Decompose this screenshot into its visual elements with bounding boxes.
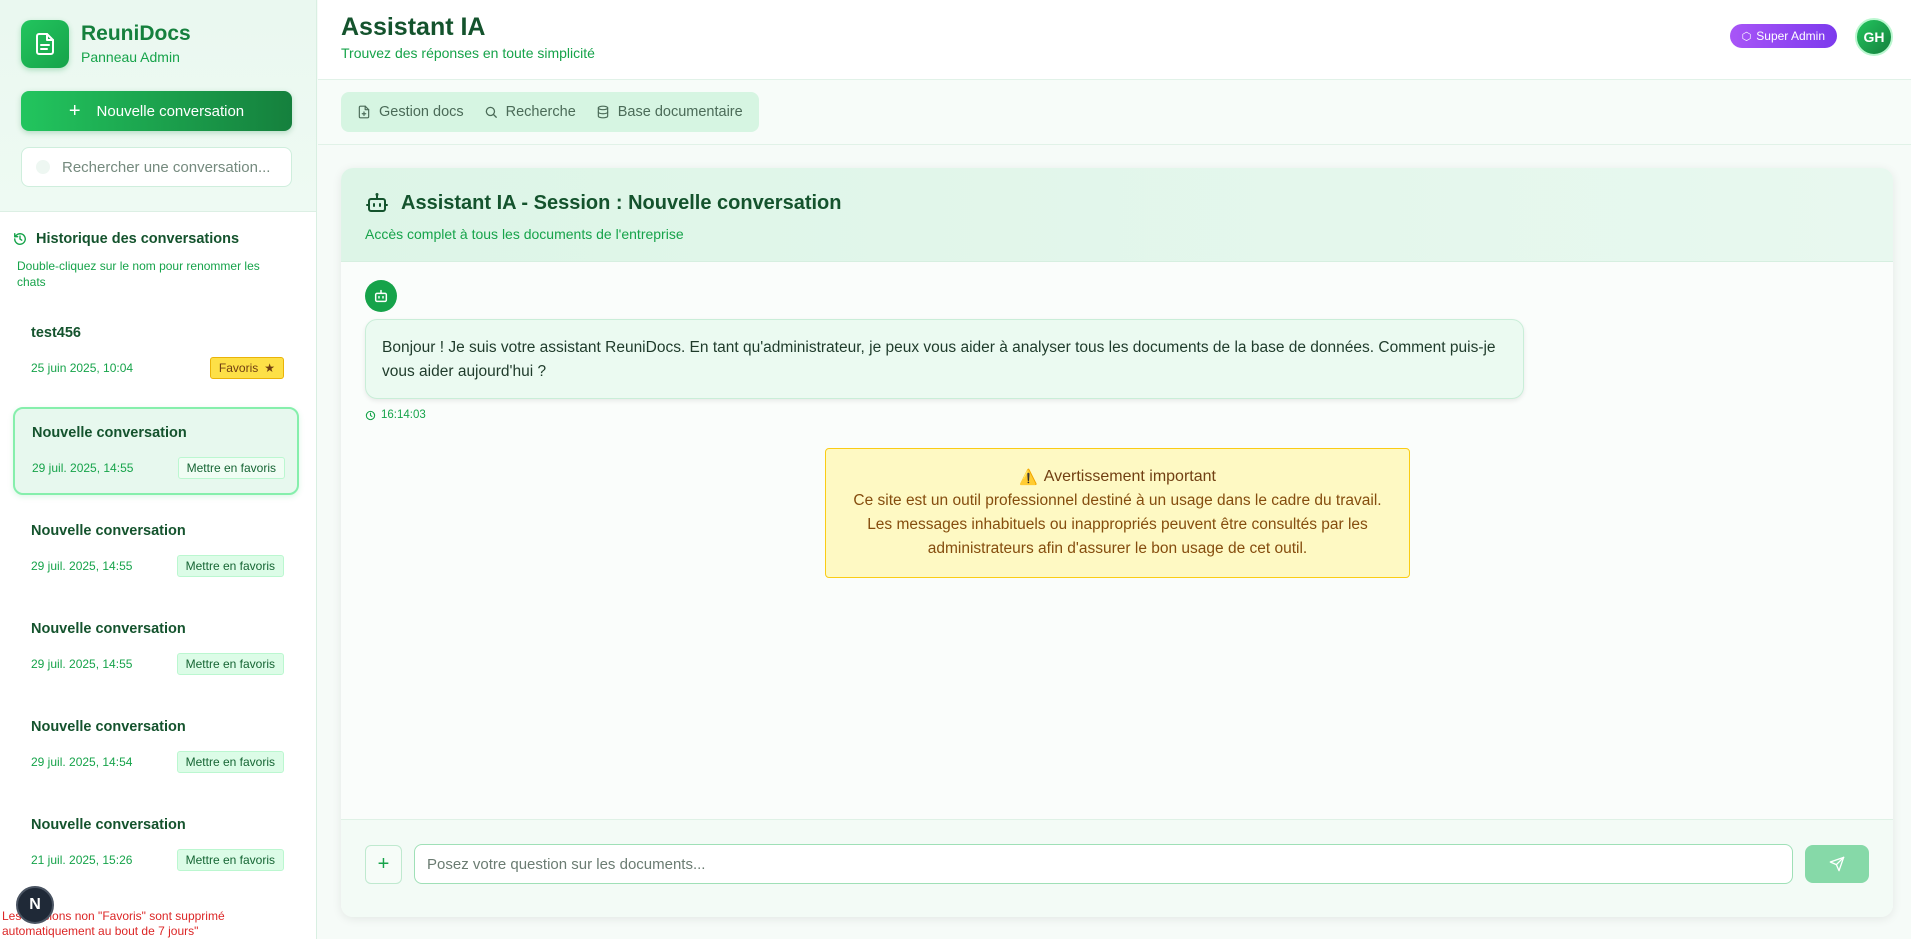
role-badge-label: Super Admin <box>1756 29 1825 43</box>
warning-icon: ⚠️ <box>1019 469 1038 486</box>
star-icon: ★ <box>264 361 275 375</box>
file-plus-icon <box>357 105 371 119</box>
conversation-title[interactable]: Nouvelle conversation <box>31 718 299 736</box>
conversation-title[interactable]: Nouvelle conversation <box>31 620 299 638</box>
user-avatar[interactable]: GH <box>1855 18 1893 56</box>
message-composer: + <box>341 819 1893 917</box>
conversation-date: 25 juin 2025, 10:04 <box>31 361 134 375</box>
topbar: Assistant IA Trouvez des réponses en tou… <box>318 0 1911 80</box>
send-icon <box>1829 856 1845 872</box>
conversation-date: 21 juil. 2025, 15:26 <box>31 853 133 867</box>
warning-body: Ce site est un outil professionnel desti… <box>853 492 1382 557</box>
tab-label: Gestion docs <box>379 104 464 120</box>
conversation-date: 29 juil. 2025, 14:55 <box>31 559 133 573</box>
conversation-title[interactable]: Nouvelle conversation <box>32 424 297 442</box>
tab-label: Base documentaire <box>617 104 743 120</box>
brand: ReuniDocs Panneau Admin <box>21 20 295 68</box>
assistant-avatar-icon <box>365 280 397 312</box>
sidebar-header: ReuniDocs Panneau Admin + Nouvelle conve… <box>0 0 316 212</box>
chat-title: Assistant IA - Session : Nouvelle conver… <box>401 191 842 214</box>
conversation-item[interactable]: Nouvelle conversation 21 juil. 2025, 15:… <box>13 800 299 888</box>
plus-icon: + <box>68 100 81 122</box>
search-icon <box>36 160 50 174</box>
conversation-item-active[interactable]: Nouvelle conversation 29 juil. 2025, 14:… <box>13 407 299 495</box>
document-icon <box>21 20 69 68</box>
conversation-title[interactable]: test456 <box>31 324 299 342</box>
conversation-item[interactable]: test456 25 juin 2025, 10:04 Favoris ★ <box>13 308 299 396</box>
chat-header: Assistant IA - Session : Nouvelle conver… <box>341 168 1893 262</box>
search-icon <box>484 105 498 119</box>
conversation-title[interactable]: Nouvelle conversation <box>31 522 299 540</box>
conversation-item[interactable]: Nouvelle conversation 29 juil. 2025, 14:… <box>13 604 299 692</box>
send-button[interactable] <box>1805 845 1869 883</box>
brand-title: ReuniDocs <box>81 22 191 45</box>
history-title: Historique des conversations <box>36 231 240 247</box>
tab-label: Recherche <box>505 104 576 120</box>
conversation-item[interactable]: Nouvelle conversation 29 juil. 2025, 14:… <box>13 702 299 790</box>
tab-gestion-docs[interactable]: Gestion docs <box>347 96 474 128</box>
shield-icon: ⬡ <box>1741 30 1752 43</box>
conversation-search-input[interactable] <box>62 158 272 176</box>
conversation-date: 29 juil. 2025, 14:55 <box>32 461 134 475</box>
conversation-date: 29 juil. 2025, 14:55 <box>31 657 133 671</box>
add-favorite-button[interactable]: Mettre en favoris <box>177 457 285 479</box>
bot-icon <box>365 191 389 215</box>
brand-subtitle: Panneau Admin <box>81 49 180 65</box>
attach-button[interactable]: + <box>365 845 402 884</box>
history-icon <box>13 232 27 246</box>
chat-subtitle: Accès complet à tous les documents de l'… <box>365 226 684 242</box>
conversation-title[interactable]: Nouvelle conversation <box>31 816 299 834</box>
conversation-search <box>21 147 292 187</box>
favorite-label: Favoris <box>218 361 259 375</box>
conversation-date: 29 juil. 2025, 14:54 <box>31 755 133 769</box>
new-conversation-label: Nouvelle conversation <box>96 102 245 120</box>
warning-box: ⚠️ Avertissement important Ce site est u… <box>825 448 1410 578</box>
new-conversation-button[interactable]: + Nouvelle conversation <box>21 91 292 131</box>
add-favorite-button[interactable]: Mettre en favoris <box>176 653 284 675</box>
nav-band: Gestion docs Recherche Base documentaire <box>318 80 1911 145</box>
chat-panel: Assistant IA - Session : Nouvelle conver… <box>341 168 1893 917</box>
message-time: 16:14:03 <box>381 409 426 421</box>
plus-icon: + <box>377 853 390 875</box>
sidebar: ReuniDocs Panneau Admin + Nouvelle conve… <box>0 0 317 939</box>
add-favorite-button[interactable]: Mettre en favoris <box>176 849 284 871</box>
favorite-badge[interactable]: Favoris ★ <box>209 357 284 379</box>
clock-icon <box>365 410 376 421</box>
nav-tabs: Gestion docs Recherche Base documentaire <box>341 92 759 132</box>
database-icon <box>596 105 610 119</box>
message-timestamp: 16:14:03 <box>365 409 426 421</box>
role-badge: ⬡ Super Admin <box>1729 24 1837 48</box>
page-subtitle: Trouvez des réponses en toute simplicité <box>341 45 595 61</box>
page-title: Assistant IA <box>341 13 486 41</box>
message-input[interactable] <box>414 844 1793 884</box>
tab-recherche[interactable]: Recherche <box>474 96 586 128</box>
add-favorite-button[interactable]: Mettre en favoris <box>176 555 284 577</box>
warning-title: Avertissement important <box>1043 468 1216 485</box>
tab-base-documentaire[interactable]: Base documentaire <box>586 96 753 128</box>
history-heading: Historique des conversations <box>13 229 316 249</box>
history-hint: Double-cliquez sur le nom pour renommer … <box>17 259 260 289</box>
assistant-message: Bonjour ! Je suis votre assistant ReuniD… <box>365 319 1524 399</box>
add-favorite-button[interactable]: Mettre en favoris <box>176 751 284 773</box>
bottom-avatar[interactable]: N <box>16 886 54 924</box>
conversation-item[interactable]: Nouvelle conversation 29 juil. 2025, 14:… <box>13 506 299 594</box>
